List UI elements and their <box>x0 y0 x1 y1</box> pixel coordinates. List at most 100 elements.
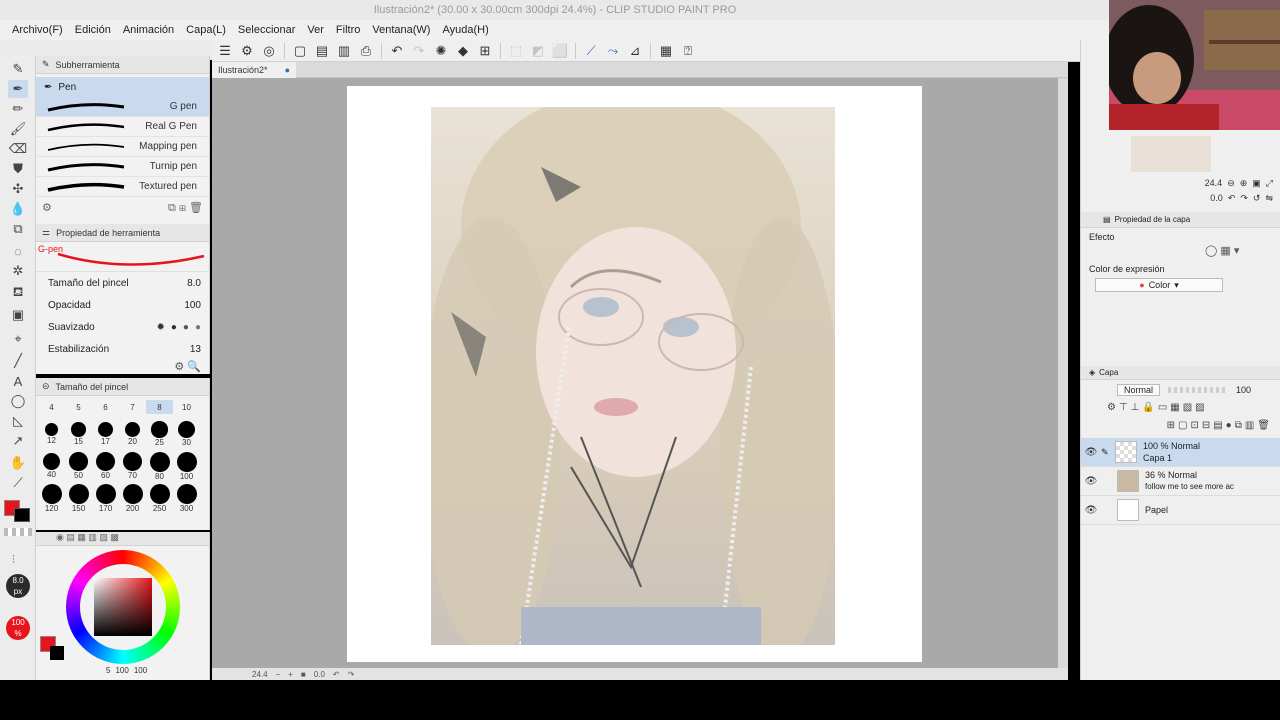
transform-tool-icon[interactable]: ⧉ <box>8 220 28 238</box>
menu-ayuda[interactable]: Ayuda(H) <box>442 24 488 36</box>
smoothing-dot-icon[interactable]: ● <box>171 322 177 333</box>
effect-options[interactable]: ◯ ▦ ▾ <box>1205 244 1239 257</box>
menu-archivo[interactable]: Archivo(F) <box>12 24 63 36</box>
smoothing-row[interactable]: Suavizado ✹ ● ● ● <box>36 316 209 338</box>
duplicate-icon[interactable]: ⧉ <box>168 202 176 214</box>
smoothing-dot-icon[interactable]: ● <box>195 322 201 333</box>
selection-invert-icon[interactable]: ◩ <box>529 42 547 60</box>
rotate-right-icon[interactable]: ↷ <box>1240 193 1248 204</box>
size-cell[interactable]: 50 <box>65 450 92 482</box>
line-icon[interactable]: ╱ <box>8 352 28 370</box>
fit-icon[interactable]: ■ <box>301 670 306 679</box>
save-icon[interactable]: ▥ <box>335 42 353 60</box>
size-cell[interactable]: 17 <box>92 418 119 450</box>
size-cell[interactable]: 60 <box>92 450 119 482</box>
rotate-left-icon[interactable]: ↶ <box>333 670 340 679</box>
fill-icon[interactable]: ◆ <box>454 42 472 60</box>
smoothing-gear-icon[interactable]: ✹ <box>156 322 164 333</box>
size-cell[interactable]: 25 <box>146 418 173 450</box>
pencil-icon[interactable]: ✏ <box>8 100 28 118</box>
opacity-value[interactable]: 100 <box>184 300 201 311</box>
blend-mode-select[interactable]: Normal <box>1117 384 1161 396</box>
gradient-icon[interactable]: ▣ <box>8 306 28 324</box>
size-cell[interactable]: 80 <box>146 450 173 482</box>
smoothing-dot-icon[interactable]: ● <box>183 322 189 333</box>
size-cell-selected[interactable]: 8 <box>146 400 173 414</box>
menu-animacion[interactable]: Animación <box>123 24 174 36</box>
new-file-icon[interactable]: ▢ <box>291 42 309 60</box>
menu-ver[interactable]: Ver <box>307 24 324 36</box>
navigator-zoom[interactable]: 24.4 <box>1205 178 1223 189</box>
size-cell[interactable]: 15 <box>65 418 92 450</box>
opacity-badge[interactable]: 100 % <box>6 616 30 640</box>
brush-item-real-gpen[interactable]: Real G Pen <box>36 117 209 137</box>
menu-icon[interactable]: ☰ <box>216 42 234 60</box>
size-cell[interactable]: 70 <box>119 450 146 482</box>
opacity-slider[interactable] <box>1168 387 1229 393</box>
layer-row-capa1[interactable]: 👁 ✎ 100 % Normal Capa 1 <box>1081 438 1280 467</box>
size-cell[interactable]: 200 <box>119 482 146 514</box>
text-icon[interactable]: A <box>8 372 28 390</box>
brush-item-gpen[interactable]: G pen <box>36 97 209 117</box>
opacity-row[interactable]: Opacidad 100 <box>36 294 209 316</box>
size-cell[interactable]: 20 <box>119 418 146 450</box>
size-cell[interactable]: 250 <box>146 482 173 514</box>
layer-opacity-value[interactable]: 100 <box>1236 385 1251 395</box>
brush-size-badge[interactable]: 8.0 px <box>6 574 30 598</box>
transparent-swatch[interactable] <box>4 528 32 536</box>
zoom-in-icon[interactable]: ⊕ <box>1240 178 1248 189</box>
zoom-out-icon[interactable]: − <box>276 670 281 679</box>
decoration-icon[interactable]: ✣ <box>8 180 28 198</box>
blend-icon[interactable]: 💧 <box>8 200 28 218</box>
size-cell[interactable]: 150 <box>65 482 92 514</box>
open-folder-icon[interactable]: ▤ <box>313 42 331 60</box>
menu-filtro[interactable]: Filtro <box>336 24 360 36</box>
brush-size-value[interactable]: 8.0 <box>187 278 201 289</box>
balloon-icon[interactable]: ◯ <box>8 392 28 410</box>
stabilization-value[interactable]: 13 <box>190 344 201 355</box>
tool-settings-icon[interactable]: ⚙ <box>238 42 256 60</box>
correct-line-icon[interactable]: ↗ <box>8 432 28 450</box>
size-cell[interactable]: 120 <box>38 482 65 514</box>
brush-item-turnip-pen[interactable]: Turnip pen <box>36 157 209 177</box>
trash-icon[interactable]: 🗑 <box>189 202 203 214</box>
swirl-icon[interactable]: ◎ <box>260 42 278 60</box>
saturation-square[interactable] <box>94 578 152 636</box>
rotate-right-icon[interactable]: ↷ <box>348 670 355 679</box>
size-cell[interactable]: 6 <box>92 400 119 414</box>
size-cell[interactable]: 40 <box>38 450 65 482</box>
magic-wand-icon[interactable]: ✲ <box>8 262 28 280</box>
size-cell[interactable]: 100 <box>173 450 200 482</box>
pen-active-icon[interactable]: ✒ <box>8 80 28 98</box>
reset-icon[interactable]: ↺ <box>1253 193 1261 204</box>
zoom-value[interactable]: 24.4 <box>252 670 268 679</box>
size-cell[interactable]: 4 <box>38 400 65 414</box>
selection-clear-icon[interactable]: ⬚ <box>507 42 525 60</box>
menu-ventana[interactable]: Ventana(W) <box>372 24 430 36</box>
size-cell[interactable]: 300 <box>173 482 200 514</box>
smoothing-options[interactable]: ✹ ● ● ● <box>156 322 201 333</box>
size-cell[interactable]: 170 <box>92 482 119 514</box>
visibility-eye-icon[interactable]: 👁 <box>1081 476 1101 487</box>
brush-item-mapping-pen[interactable]: Mapping pen <box>36 137 209 157</box>
fit-icon[interactable]: ▣ <box>1252 178 1261 189</box>
rotate-left-icon[interactable]: ↶ <box>1228 193 1236 204</box>
layer-row-photo[interactable]: 👁 36 % Normal follow me to see more ac <box>1081 467 1280 496</box>
help-icon[interactable]: ⍰ <box>679 42 697 60</box>
subtool-group-pen[interactable]: ✒ Pen <box>36 77 209 97</box>
size-cell[interactable]: 5 <box>65 400 92 414</box>
fullscreen-icon[interactable]: ⤢ <box>1266 178 1273 189</box>
wrench-icon[interactable]: ⚙ <box>174 361 184 373</box>
size-cell[interactable]: 7 <box>119 400 146 414</box>
brush-icon[interactable]: 🖌 <box>8 120 28 138</box>
stamp-icon[interactable]: ⛊ <box>8 160 28 178</box>
settings-slider-icon[interactable]: ⫶ <box>12 554 15 567</box>
layer-row-papel[interactable]: 👁 Papel <box>1081 496 1280 525</box>
add-icon[interactable]: ⊞ <box>179 202 186 214</box>
selection-icon[interactable]: ⬜ <box>551 42 569 60</box>
size-cell[interactable]: 12 <box>38 418 65 450</box>
eyedropper-icon[interactable]: ⟋ <box>8 474 28 492</box>
eraser-icon[interactable]: ⌫ <box>8 140 28 158</box>
size-cell[interactable]: 30 <box>173 418 200 450</box>
stabilization-row[interactable]: Estabilización 13 <box>36 338 209 360</box>
